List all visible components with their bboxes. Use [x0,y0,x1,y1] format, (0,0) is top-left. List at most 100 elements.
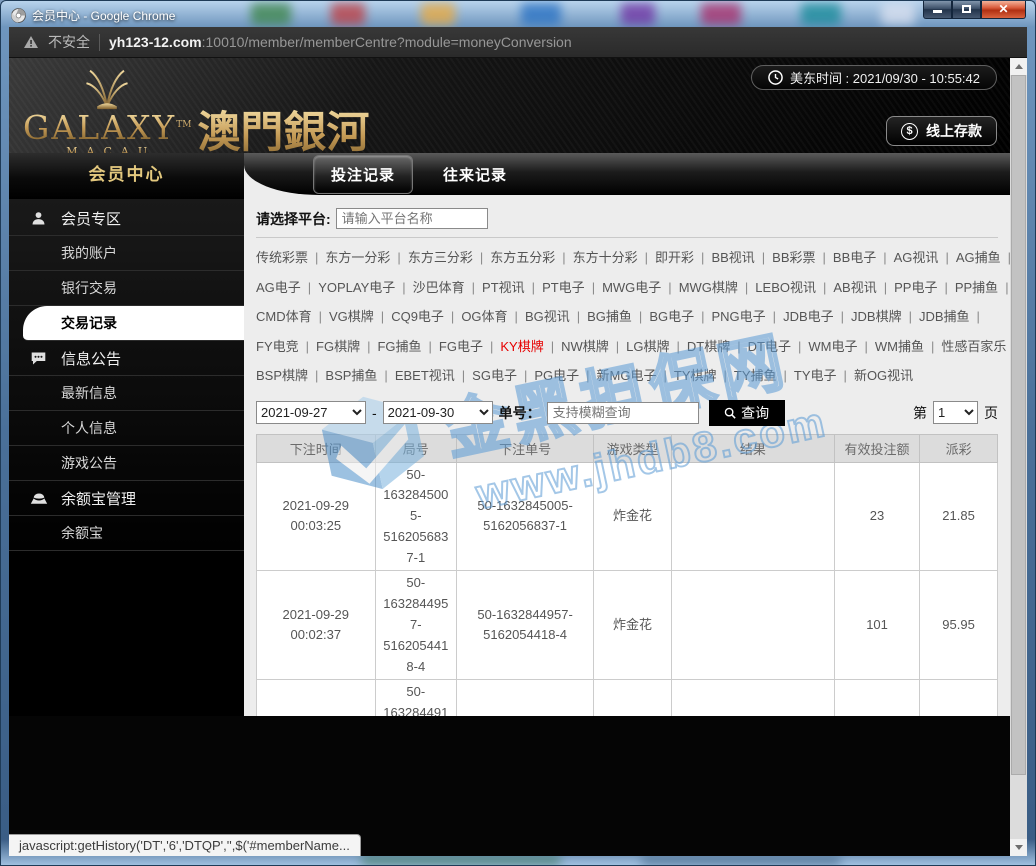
address-bar[interactable]: 不安全 yh123-12.com:10010/member/memberCent… [9,27,1027,58]
platform-link[interactable]: DT电子 [748,339,791,354]
nav-row: 会员中心 投注记录往来记录 [9,153,1010,199]
vertical-scrollbar[interactable] [1010,58,1027,856]
minimize-button[interactable] [923,1,952,19]
platform-link[interactable]: BB电子 [833,250,876,265]
separator: | [884,280,887,295]
platform-link[interactable]: 新MG电子 [597,368,657,383]
platform-link[interactable]: JDB电子 [783,309,834,324]
platform-link[interactable]: BSP捕鱼 [325,368,377,383]
platform-link[interactable]: PP电子 [894,280,937,295]
platform-name-input[interactable] [336,208,488,229]
platform-link[interactable]: LEBO视讯 [755,280,816,295]
platform-link[interactable]: FG电子 [439,339,483,354]
platform-link[interactable]: 东方三分彩 [408,250,473,265]
window-titlebar[interactable]: 会员中心 - Google Chrome [11,4,875,26]
search-button[interactable]: 查询 [709,400,785,426]
platform-link[interactable]: 沙巴体育 [413,280,465,295]
platform-link[interactable]: LG棋牌 [626,339,669,354]
platform-link[interactable]: TY棋牌 [674,368,717,383]
sidebar-item-银行交易[interactable]: 银行交易 [9,271,244,306]
platform-link[interactable]: BSP棋牌 [256,368,308,383]
platform-link[interactable]: PP捕鱼 [955,280,998,295]
platform-link[interactable]: AB视讯 [833,280,876,295]
sidebar-item-最新信息[interactable]: 最新信息 [9,376,244,411]
sidebar-item-余额宝[interactable]: 余额宝 [9,516,244,551]
platform-link[interactable]: JDB捕鱼 [919,309,970,324]
sidebar-section-会员专区[interactable]: 会员专区 [9,201,244,236]
platform-link[interactable]: TY电子 [794,368,837,383]
separator: | [384,368,387,383]
separator: | [944,280,947,295]
online-deposit-button[interactable]: $ 线上存款 [886,116,997,146]
platform-link[interactable]: 性感百家乐 [941,339,1006,354]
platform-link[interactable]: FG棋牌 [316,339,360,354]
platform-link[interactable]: YOPLAY电子 [318,280,395,295]
platform-link[interactable]: 传统彩票 [256,250,308,265]
cell-bet-order-number: 50-1632844957-5162054418-4 [457,571,594,680]
sidebar-section-余额宝管理[interactable]: 余额宝管理 [9,481,244,516]
platform-link[interactable]: JDB棋牌 [851,309,902,324]
sidebar-item-个人信息[interactable]: 个人信息 [9,411,244,446]
platform-link[interactable]: VG棋牌 [329,309,374,324]
separator: | [480,250,483,265]
security-label: 不安全 [48,32,90,52]
platform-link[interactable]: CMD体育 [256,309,312,324]
page-select[interactable]: 1 [933,401,978,424]
platform-link[interactable]: BG电子 [649,309,694,324]
betting-records-table: 下注时间局号下注单号游戏类型结果有效投注额派彩 2021-09-29 00:03… [256,434,998,717]
platform-link[interactable]: CQ9电子 [391,309,444,324]
platform-link[interactable]: BG捕鱼 [587,309,632,324]
window-title: 会员中心 - Google Chrome [32,7,175,24]
sidebar-section-信息公告[interactable]: 信息公告 [9,341,244,376]
scrollbar-thumb[interactable] [1011,75,1026,775]
platform-link[interactable]: MWG棋牌 [679,280,738,295]
scrollbar-down-arrow-icon[interactable] [1010,839,1027,856]
platform-link[interactable]: SG电子 [472,368,517,383]
platform-link[interactable]: AG捕鱼 [956,250,1001,265]
platform-link[interactable]: BG视讯 [525,309,570,324]
close-button[interactable]: ✕ [981,1,1026,19]
url-text: yh123-12.com:10010/member/memberCentre?m… [109,34,572,50]
platform-link[interactable]: FG捕鱼 [377,339,421,354]
platform-link[interactable]: 东方十分彩 [573,250,638,265]
platform-link[interactable]: 即开彩 [655,250,694,265]
tab-bet-records[interactable]: 投注记录 [314,156,412,193]
platform-link[interactable]: MWG电子 [602,280,661,295]
platform-link[interactable]: OG体育 [461,309,507,324]
platform-link[interactable]: PG电子 [534,368,579,383]
platform-link[interactable]: TY捕鱼 [734,368,777,383]
platform-link[interactable]: 新OG视讯 [854,368,913,383]
separator: | [668,280,671,295]
address-divider [99,34,100,51]
date-from-select[interactable]: 2021-09-27 [256,401,366,424]
browser-viewport: GALAXYTM MACAU 澳門銀河 美东时间 : 2021/09/30 - … [9,58,1027,856]
cell-payout: -17 [920,680,998,716]
platform-link[interactable]: KY棋牌 [500,339,543,354]
platform-link[interactable]: PT电子 [542,280,585,295]
platform-link[interactable]: FY电竞 [256,339,299,354]
maximize-button[interactable] [952,1,981,19]
sidebar-item-游戏公告[interactable]: 游戏公告 [9,446,244,481]
platform-link[interactable]: AG电子 [256,280,301,295]
server-time-pill: 美东时间 : 2021/09/30 - 10:55:42 [751,65,997,90]
table-header-row: 下注时间局号下注单号游戏类型结果有效投注额派彩 [257,434,998,462]
platform-link[interactable]: BB彩票 [772,250,815,265]
platform-link[interactable]: DT棋牌 [687,339,730,354]
scrollbar-up-arrow-icon[interactable] [1010,58,1027,75]
platform-link[interactable]: WM电子 [808,339,857,354]
sidebar-item-我的账户[interactable]: 我的账户 [9,236,244,271]
sidebar-item-交易记录[interactable]: 交易记录 [23,306,244,341]
platform-link[interactable]: AG视讯 [894,250,939,265]
order-number-input[interactable] [547,402,699,424]
platform-link[interactable]: EBET视讯 [395,368,455,383]
platform-link[interactable]: NW棋牌 [561,339,609,354]
tab-transfer-records[interactable]: 往来记录 [426,156,524,193]
platform-link[interactable]: WM捕鱼 [875,339,924,354]
separator: | [909,309,912,324]
platform-link[interactable]: BB视讯 [711,250,754,265]
date-to-select[interactable]: 2021-09-30 [383,401,493,424]
platform-link[interactable]: PNG电子 [712,309,766,324]
platform-link[interactable]: PT视讯 [482,280,525,295]
platform-link[interactable]: 东方五分彩 [490,250,555,265]
platform-link[interactable]: 东方一分彩 [325,250,390,265]
